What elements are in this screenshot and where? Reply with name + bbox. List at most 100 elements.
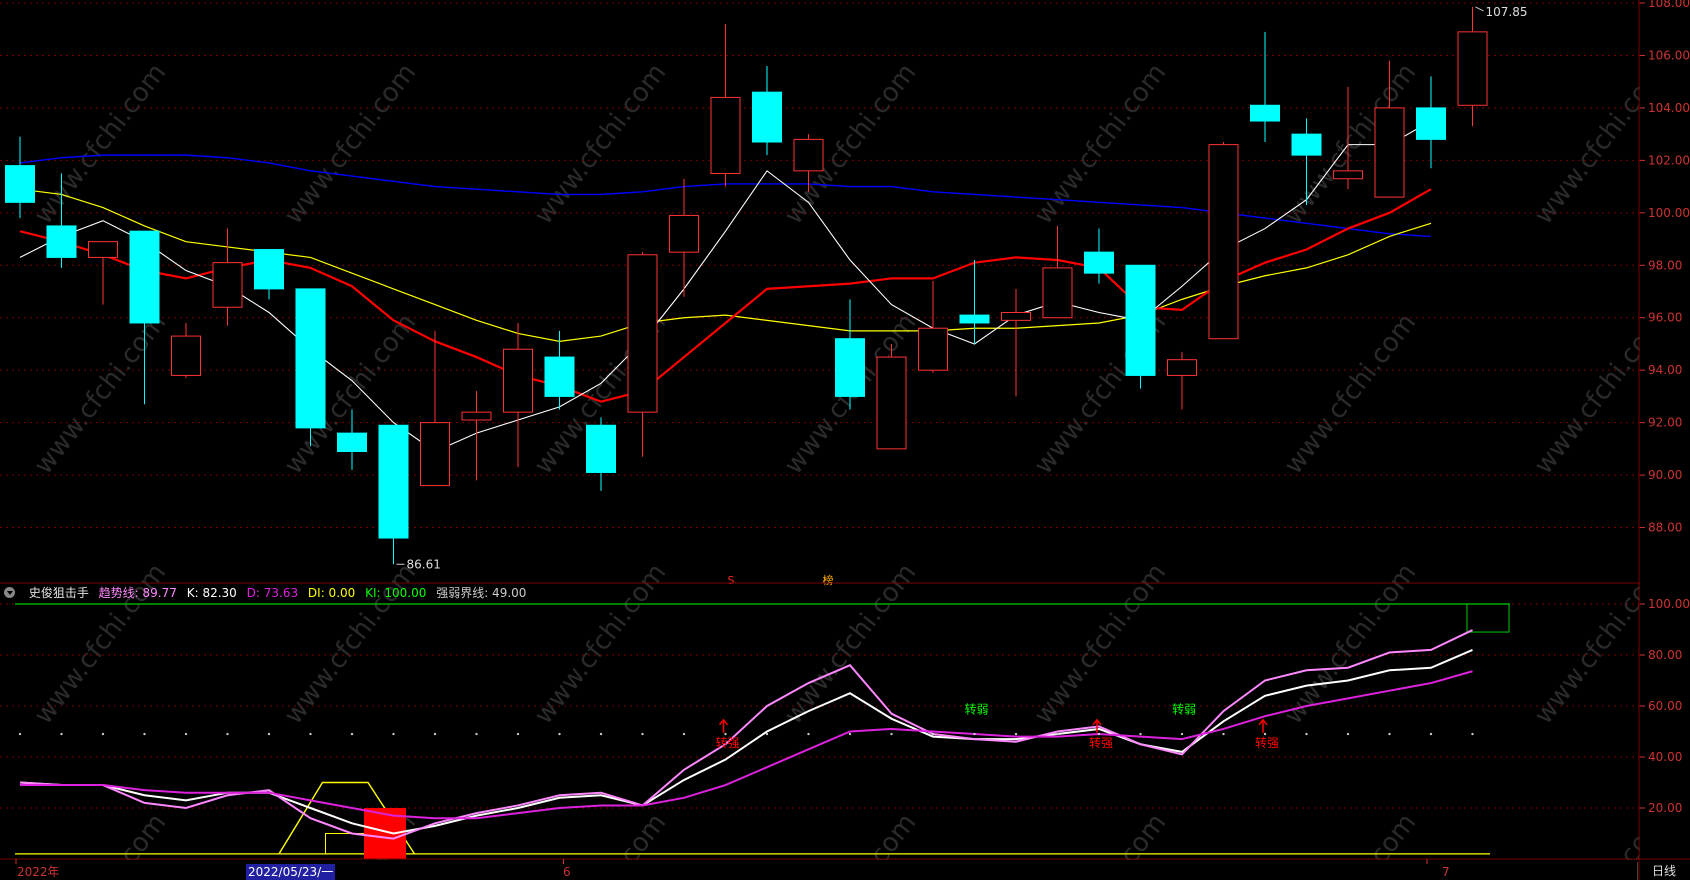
candle-body [1416,107,1446,140]
strong-weak-dot [599,732,603,736]
month-7-label: 7 [1442,865,1450,879]
d-value: D: 73.63 [246,586,299,600]
price-tick-label: 106.00 [1648,48,1690,62]
candle-body [254,249,284,290]
candle-body [420,422,450,487]
strong-weak-dot [433,732,437,736]
strong-weak-dot [848,732,852,736]
price-tick-label: 88.00 [1648,521,1682,535]
indicator-tick-label: 80.00 [1648,648,1682,662]
ki-value: KI: 100.00 [365,586,427,600]
s-marker: S [728,574,735,587]
strong-weak-dot [1346,732,1350,736]
candle-body [378,424,409,539]
candle-body [171,335,201,376]
indicator-axis: 20.00 40.00 60.00 80.00 100.00 [1640,597,1690,815]
strong-weak-dot [931,732,935,736]
candle-body [129,230,160,324]
strong-weak-dot [765,732,769,736]
price-axis: 88.00 90.00 92.00 94.00 96.00 98.00 100.00 102.… [1640,0,1690,535]
bang-marker: 榜 [823,573,834,587]
month-6-label: 6 [563,865,571,879]
candle-body [1042,267,1073,319]
period-button[interactable]: 日线 [1637,862,1690,880]
price-tick-label: 90.00 [1648,468,1682,482]
strong-weak-dot [226,732,229,736]
candle-body [918,327,948,371]
candle [295,288,326,447]
candle-body [1125,264,1156,376]
strong-weak-dot [143,732,146,736]
strong-weak-dot [973,732,976,736]
candle-body [1167,359,1197,376]
candle-body [835,338,865,397]
candle [1208,142,1239,340]
high-label: 107.85 [1486,5,1528,19]
candle-body [503,348,533,413]
strong-weak-dot [184,732,188,736]
candle-body [544,356,575,397]
indicator-tick-label: 100.00 [1648,597,1690,611]
candle-body [337,432,367,452]
strong-weak-dot [475,732,478,736]
signal-label: 转强 [716,735,740,750]
strong-weak-dot [18,732,22,736]
strong-weak-dot [890,732,893,736]
selected-date[interactable]: 2022/05/23/一 [246,864,336,880]
candle-body [212,262,243,308]
year-label: 2022年 [17,865,60,879]
candle-body [1457,31,1488,106]
strong-weak-dot [641,732,644,736]
price-tick-label: 94.00 [1648,363,1682,377]
candle-body [876,356,907,450]
candle-body [710,96,741,174]
strong-weak-dot [682,732,686,736]
candle-body [1084,251,1114,274]
candle-body [461,411,492,421]
strong-weak-dot [1429,732,1433,736]
low-label: 86.61 [407,557,441,571]
candle-body [586,424,616,473]
k-value: K: 82.30 [186,586,237,600]
candle [876,343,907,450]
strong-weak-dot [1180,732,1184,736]
strong-weak-dot [1305,732,1308,736]
signal-label: 转强 [1255,735,1279,750]
candle-body [1291,133,1322,156]
strong-weak-dot [267,732,271,736]
indicator-tick-label: 20.00 [1648,801,1682,815]
strong-weak-dot [516,732,520,736]
strong-weak-dot [1222,732,1225,736]
indicator-tick-label: 60.00 [1648,699,1682,713]
chart-stage[interactable]: www.cfchi.com 88.0090.0092.0094.0096.009… [0,0,1690,880]
candle-body [627,254,658,413]
strong-weak-dot [350,732,354,736]
price-tick-label: 92.00 [1648,416,1682,430]
candle-body [959,314,990,324]
candle-body [1374,107,1405,198]
candle-body [793,138,824,172]
candle-body [752,91,782,143]
strong-weak-dot [309,732,312,736]
candle-body [1001,311,1031,321]
price-tick-label: 104.00 [1648,101,1690,115]
indicator-name[interactable]: 史俊狙击手 [29,586,89,600]
strong-weak-dot [807,732,810,736]
indicator-menu-icon[interactable] [4,587,15,598]
candle-body [46,225,77,258]
strong-weak-dot [1471,732,1474,736]
strong-weak-dot [558,732,561,736]
price-tick-label: 108.00 [1648,0,1690,10]
price-tick-label: 98.00 [1648,258,1682,272]
candle-body [669,214,699,253]
di-value: DI: 0.00 [307,586,356,600]
trend-value: 趋势线: 89.77 [98,586,177,600]
candle-body [295,288,326,429]
strong-weak-dot [1056,732,1059,736]
candle-body [1208,144,1239,340]
price-tick-label: 102.00 [1648,153,1690,167]
candle-body [5,165,35,203]
strong-weak-dot [392,732,395,736]
strong-weak-dot [1388,732,1391,736]
strong-weak-dot [60,732,63,736]
